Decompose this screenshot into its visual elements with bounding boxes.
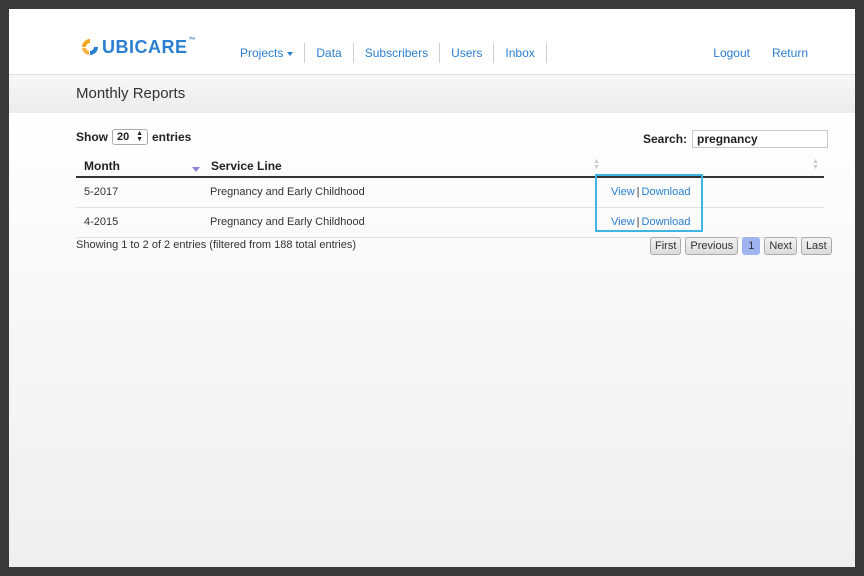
entries-select[interactable]: 20 ▲ ▼ bbox=[112, 129, 148, 145]
entries-select-value: 20 bbox=[117, 131, 130, 143]
cell-service-line: Pregnancy and Early Childhood bbox=[210, 216, 365, 228]
entries-label: entries bbox=[152, 130, 192, 144]
view-link[interactable]: View bbox=[611, 216, 635, 228]
nav-projects-label: Projects bbox=[240, 46, 284, 60]
column-header-month[interactable]: Month bbox=[84, 159, 120, 173]
browser-page: UbiCare™ Projects Data Subscribers Users… bbox=[9, 9, 855, 567]
cell-service-line: Pregnancy and Early Childhood bbox=[210, 186, 365, 198]
cell-actions: View | Download bbox=[611, 216, 690, 228]
logout-link[interactable]: Logout bbox=[713, 43, 750, 63]
logo-wordmark: UbiCare™ bbox=[102, 37, 196, 58]
view-link[interactable]: View bbox=[611, 186, 635, 198]
last-page-button[interactable]: Last bbox=[800, 237, 832, 255]
column-header-actions[interactable] bbox=[600, 159, 810, 173]
download-link[interactable]: Download bbox=[642, 186, 691, 198]
table-info: Showing 1 to 2 of 2 entries (filtered fr… bbox=[76, 239, 357, 251]
entries-length-control: Show 20 ▲ ▼ entries bbox=[76, 129, 191, 145]
page-title: Monthly Reports bbox=[76, 85, 186, 102]
nav-inbox[interactable]: Inbox bbox=[494, 43, 547, 63]
previous-page-button[interactable]: Previous bbox=[685, 237, 739, 255]
download-link[interactable]: Download bbox=[642, 216, 691, 228]
logo-trademark: ™ bbox=[188, 37, 197, 44]
nav-users[interactable]: Users bbox=[440, 43, 495, 63]
title-band: Monthly Reports bbox=[9, 75, 855, 113]
show-label: Show bbox=[76, 130, 108, 144]
reports-table: Month Service Line ▲ ▼ ▲ ▼ 5-2017 Pregnanc… bbox=[76, 156, 824, 238]
nav-data[interactable]: Data bbox=[305, 43, 354, 63]
link-separator: | bbox=[636, 216, 640, 228]
logo-text-care: Care bbox=[134, 37, 188, 57]
current-page-button[interactable]: 1 bbox=[742, 237, 761, 255]
return-link[interactable]: Return bbox=[772, 43, 808, 63]
link-separator: | bbox=[636, 186, 640, 198]
sort-both-icon: ▲ ▼ bbox=[593, 158, 600, 171]
content-area: Show 20 ▲▼ entries Search: Month Service… bbox=[9, 113, 855, 567]
search-label: Search: bbox=[643, 132, 688, 146]
cell-month: 5-2017 bbox=[84, 186, 119, 198]
nav-projects[interactable]: Projects bbox=[229, 43, 306, 63]
nav-right: Logout Return bbox=[713, 43, 808, 63]
top-navbar: UbiCare™ Projects Data Subscribers Users… bbox=[9, 9, 855, 75]
first-page-button[interactable]: First bbox=[650, 237, 682, 255]
logo-text-ubi: Ubi bbox=[102, 37, 135, 57]
search-filter: Search: bbox=[643, 130, 829, 148]
table-row: 4-2015 Pregnancy and Early Childhood Vie… bbox=[76, 208, 824, 238]
table-header: Month Service Line ▲ ▼ ▲ ▼ bbox=[76, 156, 824, 178]
select-updown-icon: ▲ ▼ bbox=[136, 130, 143, 143]
sort-desc-icon bbox=[192, 167, 200, 172]
cell-month: 4-2015 bbox=[84, 216, 119, 228]
cell-actions: View | Download bbox=[611, 186, 690, 198]
ubicare-logo-icon bbox=[82, 39, 98, 55]
pagination: First Previous 1 Next Last bbox=[650, 237, 832, 255]
nav-subscribers[interactable]: Subscribers bbox=[354, 43, 441, 63]
sort-both-icon: ▲ ▼ bbox=[812, 158, 819, 171]
column-header-service-line[interactable]: Service Line bbox=[211, 159, 282, 173]
search-input[interactable] bbox=[692, 130, 829, 148]
chevron-down-icon bbox=[287, 51, 294, 56]
main-nav: Projects Data Subscribers Users Inbox bbox=[229, 43, 547, 63]
table-row: 5-2017 Pregnancy and Early Childhood Vie… bbox=[76, 178, 824, 208]
next-page-button[interactable]: Next bbox=[764, 237, 797, 255]
